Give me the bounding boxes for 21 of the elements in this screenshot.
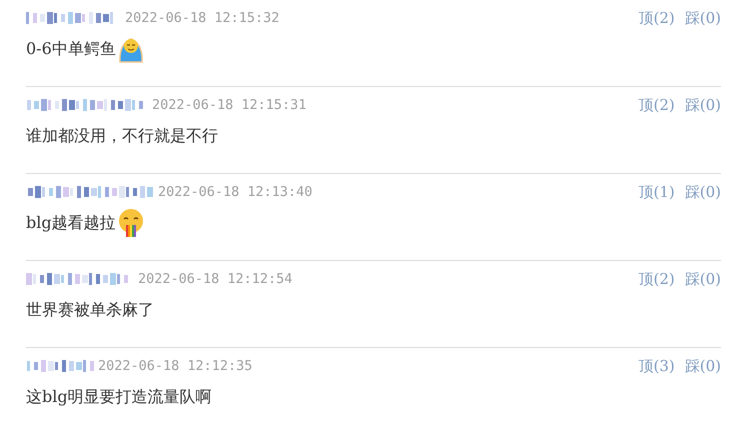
comment-time: 2022-06-18 12:15:32: [125, 8, 280, 28]
upvote-link[interactable]: 顶(2): [638, 6, 675, 30]
upvote-link[interactable]: 顶(1): [638, 180, 675, 204]
upvote-link[interactable]: 顶(3): [638, 354, 675, 378]
comment-time: 2022-06-18 12:12:35: [98, 356, 252, 376]
comment-text: 0-6中单鳄鱼: [26, 38, 116, 60]
comment-text: 世界赛被单杀麻了: [26, 299, 154, 321]
blurred-username-drawing: [26, 358, 96, 374]
upvote-link[interactable]: 顶(2): [638, 268, 675, 290]
comment-text: blg越看越拉: [26, 212, 116, 234]
upvote-link[interactable]: 顶(2): [638, 94, 675, 116]
comment-text: 这blg明显要打造流量队啊: [26, 386, 212, 408]
comment-text: 谁加都没用，不行就是不行: [26, 125, 218, 147]
downvote-link[interactable]: 踩(0): [684, 94, 721, 116]
comment-time: 2022-06-18 12:12:54: [138, 270, 292, 289]
downvote-link[interactable]: 踩(0): [684, 6, 721, 30]
downvote-link[interactable]: 踩(0): [684, 354, 721, 378]
comment-time: 2022-06-18 12:15:31: [152, 96, 306, 115]
downvote-link[interactable]: 踩(0): [684, 268, 721, 290]
comment-time: 2022-06-18 12:13:40: [158, 182, 312, 202]
downvote-link[interactable]: 踩(0): [684, 180, 721, 204]
